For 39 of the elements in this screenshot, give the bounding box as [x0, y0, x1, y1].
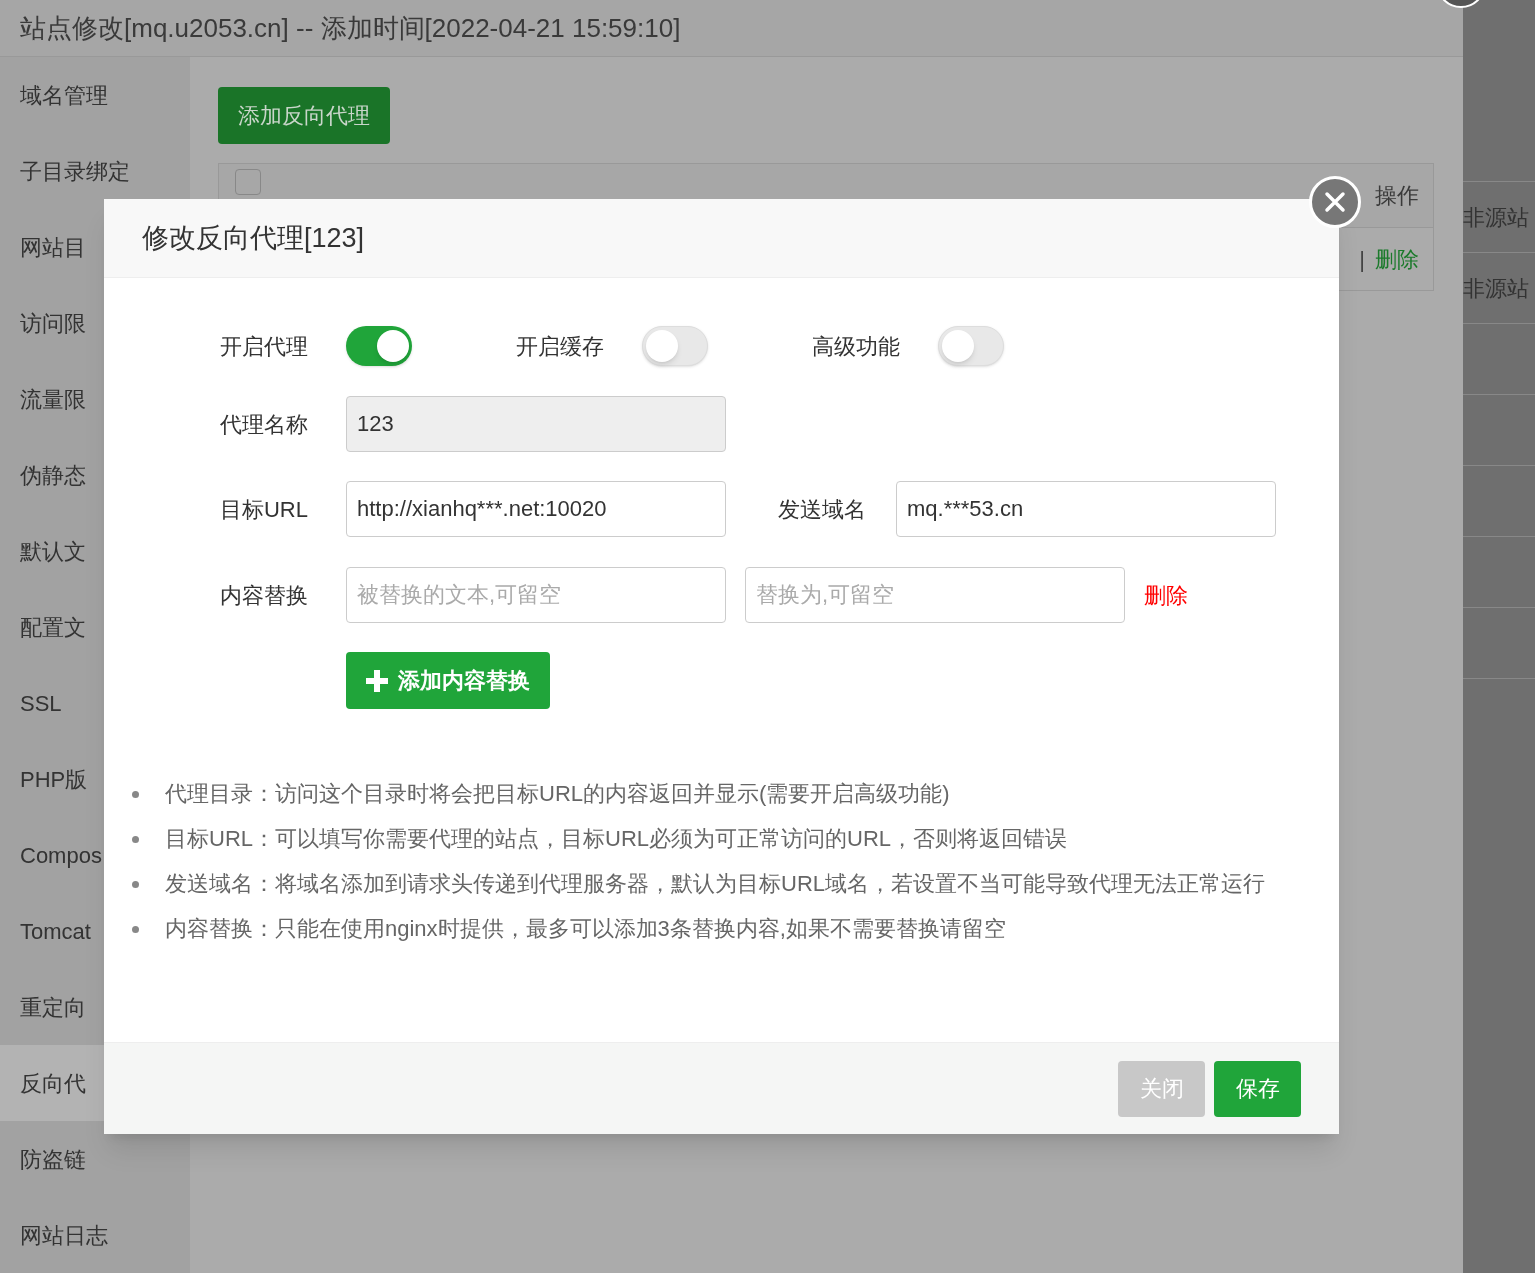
bullet-icon: [132, 791, 139, 798]
toggle-switch[interactable]: [346, 326, 412, 366]
column-header: 操作: [1375, 182, 1419, 210]
sidebar-item[interactable]: 防盗链: [0, 1121, 190, 1197]
toggle-label: 开启缓存: [515, 332, 604, 361]
note-text: 代理目录：访问这个目录时将会把目标URL的内容返回并显示(需要开启高级功能): [165, 780, 950, 808]
save-button[interactable]: 保存: [1214, 1060, 1301, 1117]
sidebar-item[interactable]: 域名管理: [0, 57, 190, 133]
dialog-title: 修改反向代理[123]: [142, 221, 365, 255]
table-cell: 非源站: [1463, 181, 1535, 252]
toggle-label: 高级功能: [811, 332, 900, 361]
toggle-label: 开启代理: [219, 332, 308, 361]
add-replace-button[interactable]: 添加内容替换: [346, 652, 550, 709]
checkbox[interactable]: [235, 169, 261, 195]
field-label: 代理名称: [219, 410, 308, 439]
separator: |: [1359, 245, 1365, 274]
sidebar-item[interactable]: 子目录绑定: [0, 133, 190, 209]
add-proxy-button[interactable]: 添加反向代理: [218, 87, 390, 144]
input-field[interactable]: 被替换的文本,可留空: [346, 567, 726, 623]
note-text: 内容替换：只能在使用nginx时提供，最多可以添加3条替换内容,如果不需要替换请留空: [165, 915, 1006, 943]
name-field[interactable]: 123: [346, 396, 726, 452]
sidebar-item[interactable]: 网站日志: [0, 1197, 190, 1273]
plus-icon: [366, 669, 388, 692]
bullet-icon: [132, 881, 139, 888]
table-cell: 非源站: [1463, 252, 1535, 323]
window-title: 站点修改[mq.u2053.cn] -- 添加时间[2022-04-21 15:59:10]: [0, 0, 1463, 57]
toggle-switch[interactable]: [938, 326, 1004, 366]
url-field[interactable]: http://xianhq***.net:10020: [346, 481, 726, 537]
bullet-icon: [132, 836, 139, 843]
input-field[interactable]: 替换为,可留空: [745, 567, 1125, 623]
note-text: 发送域名：将域名添加到请求头传递到代理服务器，默认为目标URL域名，若设置不当可能导致代理无法正常运行: [165, 870, 1265, 898]
toggle-switch[interactable]: [642, 326, 708, 366]
note-text: 目标URL：可以填写你需要代理的站点，目标URL必须为可正常访问的URL，否则将返回错误: [165, 825, 1068, 853]
field-label: 发送域名: [777, 495, 866, 524]
field-label: 目标URL: [219, 495, 308, 524]
delete-link[interactable]: 删除: [1144, 578, 1188, 612]
bullet-icon: [132, 926, 139, 933]
domain-field[interactable]: mq.***53.cn: [896, 481, 1276, 537]
field-label: 内容替换: [219, 581, 308, 610]
